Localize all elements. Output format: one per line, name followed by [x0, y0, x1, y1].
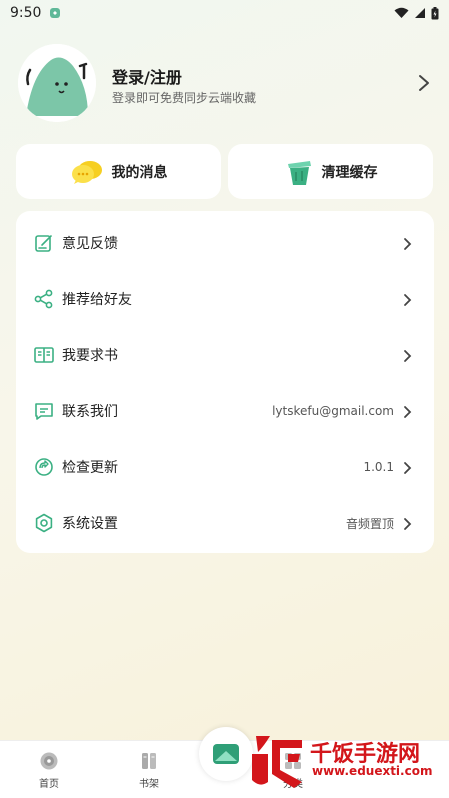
chevron-right-icon — [404, 518, 412, 530]
menu-label-settings: 系统设置 — [62, 516, 118, 532]
menu-item-request-book[interactable]: 我要求书 — [16, 327, 434, 383]
menu-label-recommend: 推荐给好友 — [62, 292, 132, 308]
play-card-icon — [213, 744, 239, 764]
clear-cache-button[interactable]: 清理缓存 — [228, 144, 433, 199]
menu-item-recommend[interactable]: 推荐给好友 — [16, 271, 434, 327]
menu-item-feedback[interactable]: 意见反馈 — [16, 215, 434, 271]
refresh-icon — [35, 458, 53, 476]
nav-home-label: 首页 — [39, 779, 59, 790]
wifi-icon — [394, 7, 409, 18]
menu-item-contact[interactable]: 联系我们 lytskefu@gmail.com — [16, 383, 434, 439]
trash-bin-icon — [287, 160, 311, 185]
status-time: 9:50 — [10, 5, 42, 21]
avatar-mascot-icon — [18, 44, 96, 122]
login-register-title[interactable]: 登录/注册 — [112, 64, 182, 88]
message-icon — [35, 403, 53, 420]
nav-shelf-label: 书架 — [139, 779, 159, 790]
nav-center-button[interactable] — [199, 727, 253, 781]
contact-email: lytskefu@gmail.com — [272, 404, 394, 418]
avatar[interactable] — [18, 44, 96, 122]
speech-bubbles-icon — [71, 160, 102, 184]
nav-home[interactable]: 首页 — [19, 751, 79, 790]
settings-status: 音频置顶 — [345, 516, 394, 531]
menu-label-contact: 联系我们 — [62, 404, 118, 420]
chevron-right-icon[interactable] — [417, 73, 431, 93]
settings-icon — [35, 513, 53, 533]
profile-header[interactable]: 登录/注册 登录即可免费同步云端收藏 — [18, 44, 431, 124]
chevron-right-icon — [404, 406, 412, 418]
login-register-subtitle: 登录即可免费同步云端收藏 — [112, 91, 257, 105]
chevron-right-icon — [404, 238, 412, 250]
chevron-right-icon — [404, 462, 412, 474]
bookshelf-icon — [142, 753, 156, 769]
menu-list: 意见反馈 推荐给好友 我要求书 联系我们 lytskefu@gmail.com … — [16, 211, 434, 553]
signal-icon — [415, 8, 425, 18]
battery-icon — [431, 6, 439, 19]
menu-label-request-book: 我要求书 — [62, 348, 118, 364]
rice-bowl-logo-icon — [252, 736, 302, 788]
menu-label-check-update: 检查更新 — [62, 460, 118, 476]
book-icon — [34, 347, 54, 363]
status-bar: 9:50 — [0, 0, 449, 26]
share-icon — [34, 289, 53, 309]
clear-cache-label: 清理缓存 — [321, 164, 378, 181]
nav-bookshelf[interactable]: 书架 — [119, 751, 179, 790]
my-messages-label: 我的消息 — [111, 164, 168, 181]
my-messages-button[interactable]: 我的消息 — [16, 144, 221, 199]
chevron-right-icon — [404, 350, 412, 362]
menu-item-settings[interactable]: 系统设置 音频置顶 — [16, 495, 434, 551]
disc-icon — [40, 752, 58, 770]
menu-item-check-update[interactable]: 检查更新 1.0.1 — [16, 439, 434, 495]
notification-icon — [50, 8, 61, 18]
menu-label-feedback: 意见反馈 — [62, 236, 118, 252]
watermark-url: www.eduexti.com — [312, 764, 433, 778]
edit-note-icon — [35, 235, 52, 252]
app-version: 1.0.1 — [363, 460, 394, 474]
chevron-right-icon — [404, 294, 412, 306]
watermark-overlay: 千饭手游网 www.eduexti.com — [248, 730, 448, 790]
